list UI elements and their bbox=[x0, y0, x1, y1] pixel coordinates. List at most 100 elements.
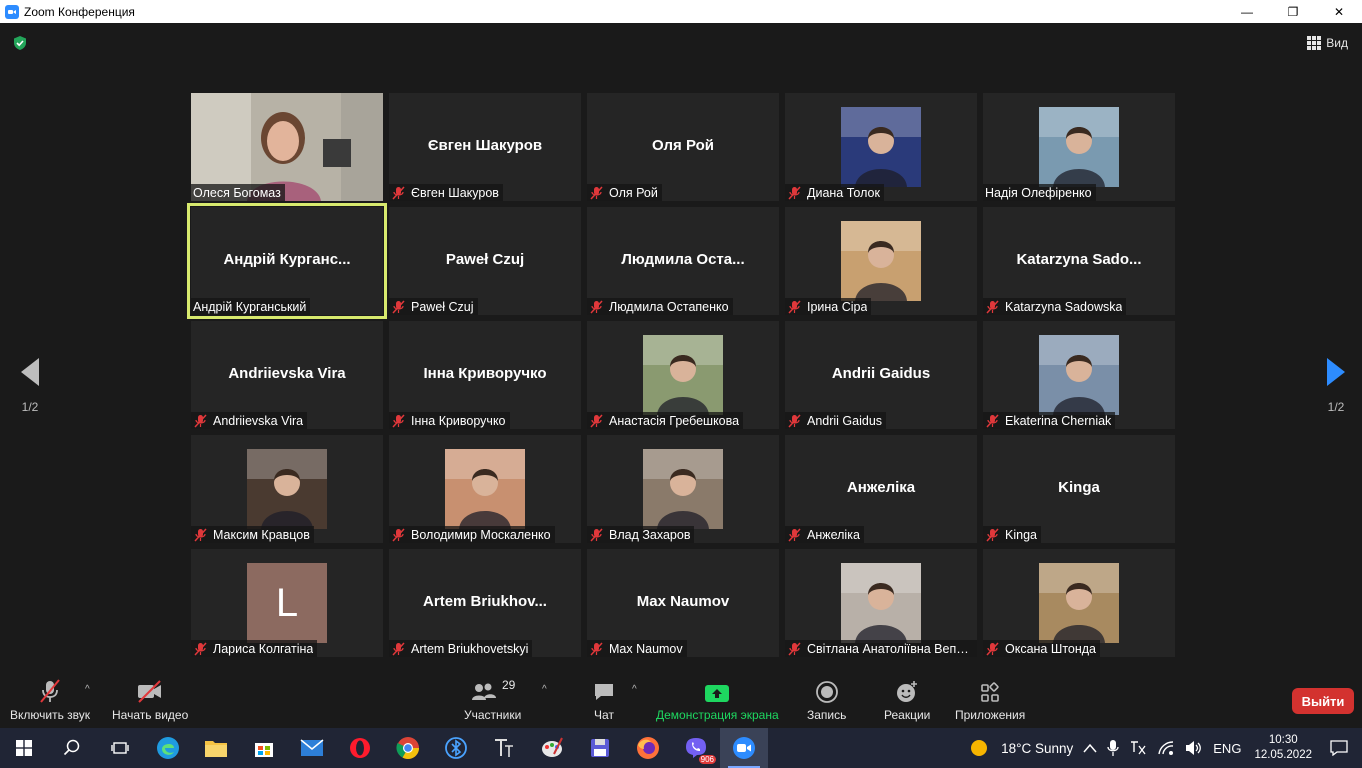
viber-icon[interactable]: 906 bbox=[672, 728, 720, 768]
mail-icon[interactable] bbox=[288, 728, 336, 768]
close-button[interactable]: ✕ bbox=[1316, 0, 1362, 23]
participant-name: Світлана Анатоліївна Вепр... bbox=[807, 641, 973, 656]
participant-tile[interactable]: Ірина Сіра bbox=[785, 207, 977, 315]
participant-tile[interactable]: Володимир Москаленко bbox=[389, 435, 581, 543]
view-button[interactable]: Вид bbox=[1301, 29, 1354, 57]
participant-name: Влад Захаров bbox=[609, 527, 691, 542]
participant-display-name: Artem Briukhov... bbox=[423, 593, 547, 610]
wifi-icon[interactable] bbox=[1157, 740, 1175, 756]
chrome-icon[interactable] bbox=[384, 728, 432, 768]
participant-tile[interactable]: Max Naumov Max Naumov bbox=[587, 549, 779, 657]
participant-name: Євген Шакуров bbox=[411, 185, 499, 200]
participant-name: Анастасія Гребешкова bbox=[609, 413, 740, 428]
maximize-button[interactable]: ❐ bbox=[1270, 0, 1316, 23]
text-editor-icon[interactable] bbox=[480, 728, 528, 768]
keyboard-input-icon[interactable] bbox=[1129, 740, 1147, 756]
participant-tile[interactable]: Анжеліка Анжеліка bbox=[785, 435, 977, 543]
next-page-button[interactable]: 1/2 bbox=[1316, 358, 1356, 414]
record-label: Запись bbox=[807, 708, 847, 722]
zoom-taskbar-icon[interactable] bbox=[720, 728, 768, 768]
participant-tile[interactable]: Андрій Курганс... Андрій Курганський bbox=[187, 203, 387, 319]
participant-display-name: Andrii Gaidus bbox=[831, 365, 931, 382]
audio-options-caret[interactable]: ^ bbox=[85, 684, 90, 695]
security-shield-icon[interactable] bbox=[12, 35, 28, 51]
participant-tile[interactable]: L Лариса Колгатіна bbox=[191, 549, 383, 657]
bluetooth-app-icon[interactable] bbox=[432, 728, 480, 768]
participant-tile[interactable]: Людмила Оста... Людмила Остапенко bbox=[587, 207, 779, 315]
start-icon[interactable] bbox=[0, 728, 48, 768]
participant-name: Андрій Курганський bbox=[193, 299, 307, 314]
participant-tile[interactable]: Paweł Czuj Paweł Czuj bbox=[389, 207, 581, 315]
weather-widget[interactable]: 18°C Sunny bbox=[969, 738, 1073, 758]
participant-tile[interactable]: Andriievska Vira Andriievska Vira bbox=[191, 321, 383, 429]
search-icon[interactable] bbox=[48, 728, 96, 768]
notifications-icon[interactable] bbox=[1330, 740, 1348, 756]
weather-text: 18°C Sunny bbox=[1001, 740, 1074, 756]
participant-tile[interactable]: Оксана Штонда bbox=[983, 549, 1175, 657]
participant-tile[interactable]: Диана Толок bbox=[785, 93, 977, 201]
participant-avatar-photo bbox=[841, 107, 921, 187]
participants-caret[interactable]: ^ bbox=[542, 684, 547, 695]
microsoft-store-icon[interactable] bbox=[240, 728, 288, 768]
participant-display-name: Євген Шакуров bbox=[427, 137, 543, 154]
participant-tile[interactable]: Andrii Gaidus Andrii Gaidus bbox=[785, 321, 977, 429]
muted-mic-icon bbox=[788, 527, 801, 542]
viber-badge: 906 bbox=[698, 755, 716, 764]
chevron-up-icon[interactable] bbox=[1083, 743, 1097, 753]
participant-name: Kinga bbox=[1005, 527, 1037, 542]
participant-name-label: Andrii Gaidus bbox=[785, 412, 887, 429]
chat-caret[interactable]: ^ bbox=[632, 684, 637, 695]
muted-mic-icon bbox=[590, 527, 603, 542]
leave-meeting-button[interactable]: Выйти bbox=[1292, 688, 1354, 714]
participant-name-label: Олеся Богомаз bbox=[191, 184, 285, 201]
participant-name-label: Інна Криворучко bbox=[389, 412, 510, 429]
opera-icon[interactable] bbox=[336, 728, 384, 768]
participants-button[interactable]: 29 Участники bbox=[464, 678, 521, 722]
muted-mic-icon bbox=[37, 678, 63, 704]
participant-tile[interactable]: Інна Криворучко Інна Криворучко bbox=[389, 321, 581, 429]
participants-icon bbox=[471, 683, 496, 700]
participant-tile[interactable]: Artem Briukhov... Artem Briukhovetskyi bbox=[389, 549, 581, 657]
microphone-icon[interactable] bbox=[1107, 739, 1119, 757]
volume-icon[interactable] bbox=[1185, 740, 1203, 756]
edge-icon[interactable] bbox=[144, 728, 192, 768]
chat-button[interactable]: Чат bbox=[592, 678, 616, 722]
participant-tile[interactable]: Оля Рой Оля Рой bbox=[587, 93, 779, 201]
participant-tile[interactable]: Анастасія Гребешкова bbox=[587, 321, 779, 429]
floppy-save-icon[interactable] bbox=[576, 728, 624, 768]
participant-tile[interactable]: Ekaterina Cherniak bbox=[983, 321, 1175, 429]
page-indicator-left: 1/2 bbox=[21, 400, 39, 414]
participant-tile[interactable]: Світлана Анатоліївна Вепр... bbox=[785, 549, 977, 657]
task-view-icon[interactable] bbox=[96, 728, 144, 768]
participant-tile[interactable]: Максим Кравцов bbox=[191, 435, 383, 543]
start-video-label: Начать видео bbox=[112, 708, 189, 722]
participant-name: Оксана Штонда bbox=[1005, 641, 1097, 656]
participant-tile[interactable]: Kinga Kinga bbox=[983, 435, 1175, 543]
participant-name: Володимир Москаленко bbox=[411, 527, 551, 542]
language-indicator[interactable]: ENG bbox=[1213, 741, 1241, 756]
share-screen-button[interactable]: Демонстрация экрана bbox=[656, 678, 779, 722]
participant-avatar-photo bbox=[1039, 107, 1119, 187]
unmute-label: Включить звук bbox=[10, 708, 91, 722]
participant-tile[interactable]: Надія Олефіренко bbox=[983, 93, 1175, 201]
participant-tile[interactable]: Олеся Богомаз bbox=[191, 93, 383, 201]
firefox-icon[interactable] bbox=[624, 728, 672, 768]
prev-page-button[interactable]: 1/2 bbox=[10, 358, 50, 414]
participant-tile[interactable]: Katarzyna Sado... Katarzyna Sadowska bbox=[983, 207, 1175, 315]
file-explorer-icon[interactable] bbox=[192, 728, 240, 768]
participant-tile[interactable]: Влад Захаров bbox=[587, 435, 779, 543]
clock[interactable]: 10:30 12.05.2022 bbox=[1254, 733, 1312, 763]
reactions-button[interactable]: Реакции bbox=[884, 678, 930, 722]
participant-name-label: Kinga bbox=[983, 526, 1041, 543]
participant-avatar-photo bbox=[643, 335, 723, 415]
participant-tile[interactable]: Євген Шакуров Євген Шакуров bbox=[389, 93, 581, 201]
participant-display-name: Оля Рой bbox=[652, 137, 714, 154]
apps-button[interactable]: Приложения bbox=[955, 678, 1025, 722]
participant-name-label: Max Naumov bbox=[587, 640, 687, 657]
start-video-button[interactable]: Начать видео bbox=[112, 678, 188, 722]
participant-avatar-photo bbox=[445, 449, 525, 529]
record-button[interactable]: Запись bbox=[807, 678, 846, 722]
unmute-button[interactable]: Включить звук bbox=[10, 678, 90, 722]
minimize-button[interactable]: — bbox=[1224, 0, 1270, 23]
paint-icon[interactable] bbox=[528, 728, 576, 768]
